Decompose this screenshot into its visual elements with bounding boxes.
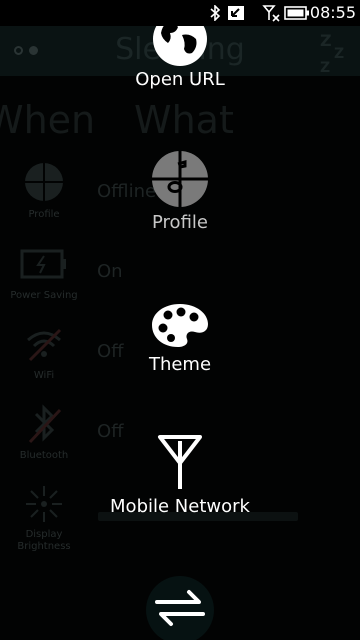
swap-button[interactable] (146, 576, 214, 640)
menu-item-mobile-network[interactable]: Mobile Network (0, 496, 360, 517)
row-label-brightness: Display Brightness (17, 529, 71, 552)
status-bar: 08:55 (0, 0, 360, 26)
no-signal-icon (262, 4, 282, 22)
profile-icon[interactable] (150, 150, 210, 208)
swap-arrows-icon (151, 588, 209, 632)
bluetooth-setting-icon (18, 402, 70, 446)
column-header-what: What (134, 98, 234, 142)
menu-item-profile[interactable]: Profile (0, 212, 360, 233)
menu-item-theme[interactable]: Theme (0, 354, 360, 375)
palette-icon[interactable] (150, 296, 210, 354)
row-value-profile: Offline (97, 181, 157, 202)
profile-icon (18, 160, 70, 204)
sleep-icon: Z Z Z (318, 30, 350, 76)
power-saving-icon (18, 242, 70, 286)
svg-text:Z: Z (320, 31, 332, 50)
antenna-icon[interactable] (150, 433, 210, 491)
row-value-power-saving: On (97, 261, 123, 282)
menu-item-open-url[interactable]: Open URL (0, 69, 360, 90)
clock: 08:55 (309, 3, 356, 22)
bluetooth-icon (208, 4, 222, 22)
battery-icon (284, 4, 310, 22)
column-header-when: When (0, 98, 96, 142)
svg-text:Z: Z (334, 46, 344, 62)
row-value-bluetooth: Off (97, 421, 124, 442)
row-label-bluetooth: Bluetooth (19, 450, 69, 461)
row-label-power-saving: Power Saving (10, 290, 78, 301)
notification-icon (226, 4, 246, 22)
